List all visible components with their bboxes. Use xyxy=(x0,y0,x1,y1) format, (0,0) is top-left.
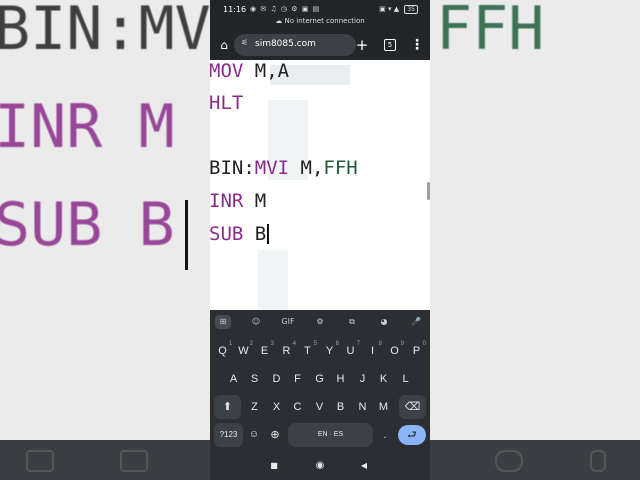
key-a[interactable]: A xyxy=(223,367,244,391)
bg-line-ffh: FFH xyxy=(436,0,545,64)
key-n[interactable]: N xyxy=(352,395,373,419)
key-l[interactable]: L xyxy=(395,367,416,391)
key-z[interactable]: Z xyxy=(244,395,265,419)
space-bar[interactable]: EN · ES xyxy=(288,423,373,447)
shift-key[interactable]: ⬆ xyxy=(214,395,241,419)
key-q[interactable]: Q1 xyxy=(212,339,233,363)
key-d[interactable]: D xyxy=(266,367,287,391)
network-status-text: No internet connection xyxy=(284,17,365,25)
background-right-zoom: FFH xyxy=(430,0,640,480)
code-line-5: SUB B xyxy=(210,223,269,245)
apps-grid-icon[interactable]: ⊞ xyxy=(215,315,231,329)
recents-square-icon[interactable]: ■ xyxy=(266,459,282,473)
new-tab-button[interactable]: + xyxy=(354,35,370,55)
status-time: 11:16 xyxy=(223,5,247,14)
key-g[interactable]: G xyxy=(309,367,330,391)
key-b[interactable]: B xyxy=(330,395,351,419)
key-f[interactable]: F xyxy=(287,367,308,391)
microphone-icon[interactable]: 🎤 xyxy=(408,315,424,329)
phone-screen: 11:16 ◉ ✉ ♫ ◷ ⚙ ▣ ▤ ▣ ▾ ▲ 35 ☁ No intern… xyxy=(210,0,430,480)
symbols-key[interactable]: ?123 xyxy=(214,423,243,447)
key-u[interactable]: U7 xyxy=(340,339,361,363)
scrollbar-thumb[interactable] xyxy=(427,182,430,200)
key-e[interactable]: E3 xyxy=(254,339,275,363)
key-c[interactable]: C xyxy=(287,395,308,419)
text-caret xyxy=(267,224,269,244)
system-icons: ▣ ▾ ▲ 35 xyxy=(379,5,418,14)
enter-key[interactable]: ⮐ xyxy=(398,425,426,445)
battery-icon: 35 xyxy=(404,5,418,14)
emoji-icon[interactable]: ☺ xyxy=(246,423,262,447)
url-text[interactable]: sim8085.com xyxy=(255,39,316,49)
bg-grid-icon xyxy=(26,450,54,472)
network-status: ☁ No internet connection xyxy=(210,17,430,25)
menu-icon[interactable]: ⋮ xyxy=(410,36,424,54)
theme-palette-icon[interactable]: ◕ xyxy=(376,315,392,329)
code-line-3: BIN:MVI M,FFH xyxy=(210,157,358,179)
key-m[interactable]: M xyxy=(373,395,394,419)
system-nav-bar: ■ ◉ ◀ xyxy=(210,452,430,480)
key-v[interactable]: V xyxy=(309,395,330,419)
signal-icons: ▣ ▾ ▲ xyxy=(379,5,400,13)
keyboard-toolbar: ⊞ ☺ GIF ⚙ ⧉ ◕ 🎤 xyxy=(210,310,430,334)
tab-switcher-button[interactable]: 5 xyxy=(384,39,396,51)
bg-palette-icon xyxy=(495,450,523,472)
sticker-icon[interactable]: ☺ xyxy=(248,315,264,329)
key-k[interactable]: K xyxy=(373,367,394,391)
bg-line-inr: INR M xyxy=(0,92,175,162)
cloud-off-icon: ☁ xyxy=(275,17,283,25)
key-o[interactable]: O9 xyxy=(384,339,405,363)
background-left-zoom: BIN:MV INR M SUB B xyxy=(0,0,210,480)
key-w[interactable]: W2 xyxy=(233,339,254,363)
translate-icon[interactable]: ⧉ xyxy=(344,315,360,329)
code-line-4: INR M xyxy=(210,190,267,212)
browser-toolbar: ⌂ ⚟ sim8085.com + 5 ⋮ xyxy=(210,30,430,60)
bg-cursor xyxy=(185,200,188,270)
bg-line-bin: BIN:MV xyxy=(0,0,210,64)
bg-sticker-icon xyxy=(120,450,148,472)
key-s[interactable]: S xyxy=(244,367,265,391)
back-triangle-icon[interactable]: ◀ xyxy=(356,459,372,473)
bg-keyboard-strip xyxy=(0,440,210,480)
backspace-key[interactable]: ⌫ xyxy=(399,395,426,419)
code-line-2: HLT xyxy=(210,92,244,114)
faint-bg-panel-2 xyxy=(258,250,288,310)
key-j[interactable]: J xyxy=(352,367,373,391)
code-editor[interactable]: MOV M,A HLT BIN:MVI M,FFH INR M SUB B xyxy=(210,60,430,310)
key-x[interactable]: X xyxy=(266,395,287,419)
key-p[interactable]: P0 xyxy=(406,339,427,363)
gif-button[interactable]: GIF xyxy=(278,315,298,329)
globe-icon[interactable]: ⊕ xyxy=(266,423,284,447)
bg-keyboard-strip-right xyxy=(430,440,640,480)
home-icon[interactable]: ⌂ xyxy=(216,37,232,53)
bg-mic-icon xyxy=(590,450,606,472)
key-y[interactable]: Y6 xyxy=(319,339,340,363)
home-circle-icon[interactable]: ◉ xyxy=(312,459,328,473)
site-settings-icon[interactable]: ⚟ xyxy=(241,38,248,47)
notification-icons: ◉ ✉ ♫ ◷ ⚙ ▣ ▤ xyxy=(250,5,321,13)
address-bar[interactable]: ⚟ sim8085.com xyxy=(234,34,356,56)
key-t[interactable]: T5 xyxy=(297,339,318,363)
code-line-1: MOV M,A xyxy=(210,60,290,82)
key-h[interactable]: H xyxy=(330,367,351,391)
key-r[interactable]: R4 xyxy=(276,339,297,363)
key-i[interactable]: I8 xyxy=(362,339,383,363)
on-screen-keyboard: ⊞ ☺ GIF ⚙ ⧉ ◕ 🎤 Q1 W2 E3 R4 T5 Y6 U7 I8 … xyxy=(210,310,430,452)
period-key[interactable]: . xyxy=(376,423,394,447)
bg-line-sub: SUB B xyxy=(0,190,175,260)
status-bar: 11:16 ◉ ✉ ♫ ◷ ⚙ ▣ ▤ ▣ ▾ ▲ 35 ☁ No intern… xyxy=(210,0,430,30)
settings-gear-icon[interactable]: ⚙ xyxy=(312,315,328,329)
